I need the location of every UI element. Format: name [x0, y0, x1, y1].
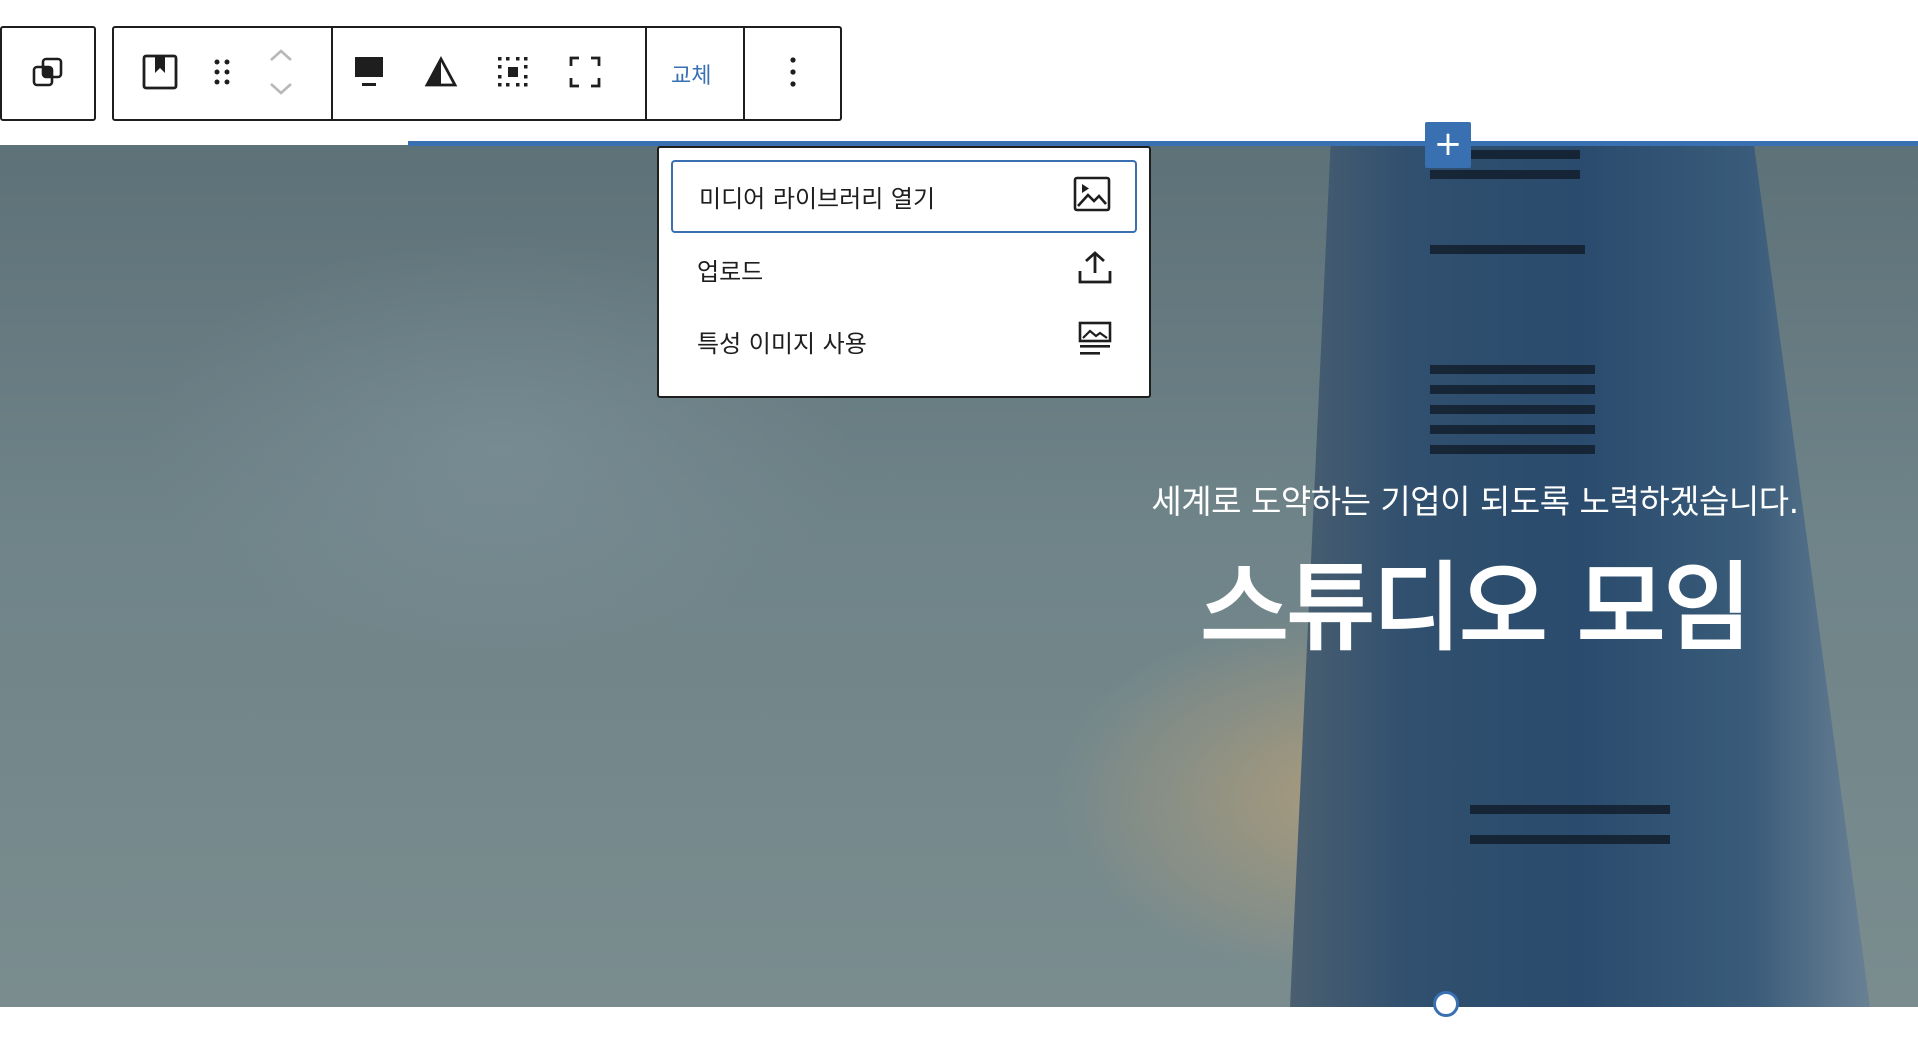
position-grid-icon [495, 54, 531, 94]
hero-subtitle[interactable]: 세계로 도약하는 기업이 되도록 노력하겠습니다. [1050, 475, 1900, 523]
featured-image-icon [1077, 321, 1113, 363]
upload-icon [1077, 249, 1113, 291]
open-media-library-item[interactable]: 미디어 라이브러리 열기 [671, 160, 1137, 233]
add-block-button[interactable]: + [1425, 122, 1471, 168]
hero-title[interactable]: 스튜디오 모임 [1050, 530, 1900, 669]
replace-media-menu: 미디어 라이브러리 열기 업로드 특성 이미지 사용 [657, 146, 1151, 398]
more-options-button[interactable] [745, 28, 840, 119]
position-button[interactable] [477, 28, 549, 119]
align-icon [353, 55, 385, 93]
align-button[interactable] [333, 28, 405, 119]
menu-item-label: 미디어 라이브러리 열기 [699, 185, 936, 213]
chevron-up-icon[interactable] [268, 46, 294, 68]
image-icon [1073, 176, 1111, 218]
menu-item-label: 업로드 [697, 258, 764, 286]
menu-item-label: 특성 이미지 사용 [697, 330, 867, 358]
block-icon [141, 53, 179, 95]
contrast-icon [424, 55, 458, 92]
fullscreen-button[interactable] [549, 28, 621, 119]
replace-button[interactable]: 교체 [647, 28, 735, 119]
fullscreen-icon [568, 55, 602, 93]
duotone-button[interactable] [405, 28, 477, 119]
more-options-icon [788, 55, 798, 93]
use-featured-image-item[interactable]: 특성 이미지 사용 [671, 305, 1137, 378]
upload-item[interactable]: 업로드 [671, 233, 1137, 306]
transform-icon [31, 55, 65, 93]
resize-handle[interactable] [1433, 991, 1459, 1017]
drag-handle[interactable] [206, 28, 238, 119]
chevron-down-icon[interactable] [268, 80, 294, 102]
block-type-button[interactable] [114, 28, 206, 119]
move-buttons [238, 28, 324, 119]
drag-handle-icon [212, 55, 232, 93]
block-transform-toolbar [0, 26, 96, 121]
block-toolbar: 교체 [112, 26, 842, 121]
transform-button[interactable] [2, 28, 94, 119]
block-selection-line [408, 141, 1918, 146]
